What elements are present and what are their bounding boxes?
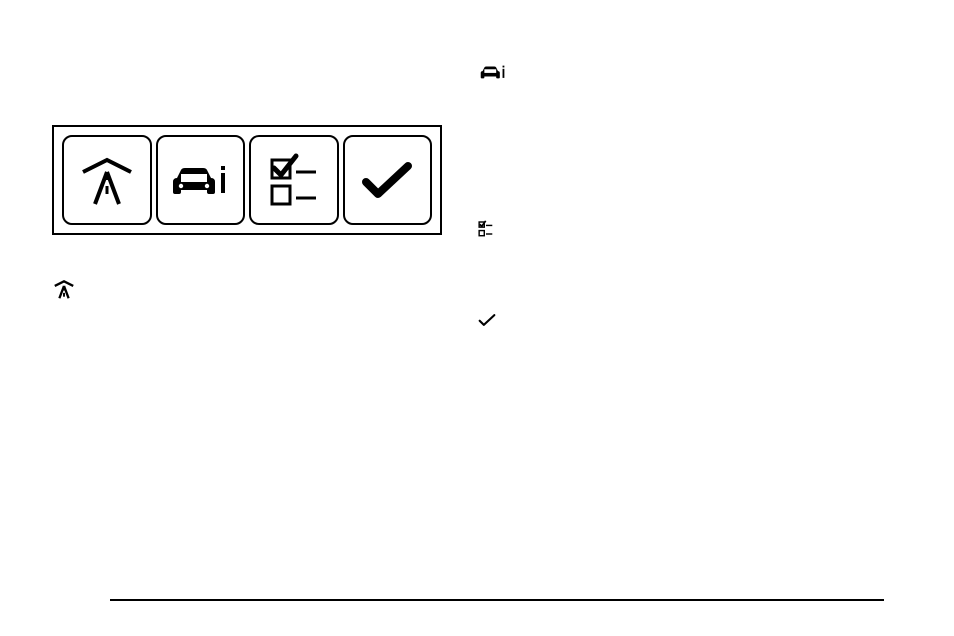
trip-fuel-text: (Trip/Fuel): Press this button to displa…	[86, 255, 448, 322]
road-horizon-icon	[77, 154, 137, 206]
customization-button	[249, 135, 339, 225]
dic-button-panel-image	[52, 125, 442, 235]
checklist-icon	[266, 152, 322, 208]
customization-text: (Customization): Press this button to cu…	[504, 205, 874, 255]
left-column: The DIC buttons are located on the instr…	[52, 38, 448, 322]
checklist-icon	[478, 220, 494, 240]
car-info-icon	[478, 62, 508, 82]
checkmark-icon	[478, 313, 496, 327]
customization-item: (Customization): Press this button to cu…	[478, 205, 874, 255]
page-bottom-rule	[110, 599, 884, 601]
trip-fuel-button	[62, 135, 152, 225]
vehicle-info-button	[156, 135, 246, 225]
intro-paragraph-2: The buttons are the trip/fuel, vehicle i…	[52, 82, 448, 116]
set-reset-item: (Set/Reset): Press this button to set or…	[478, 304, 874, 338]
right-column: (Vehicle Information): Press this button…	[478, 38, 874, 337]
trip-fuel-label: (Trip/Fuel):	[86, 256, 148, 270]
car-info-icon	[167, 158, 233, 202]
vehicle-info-label: (Vehicle Information):	[518, 39, 641, 53]
checkmark-icon	[362, 160, 412, 200]
set-reset-label: (Set/Reset):	[506, 305, 573, 319]
set-reset-button	[343, 135, 433, 225]
set-reset-text: (Set/Reset): Press this button to set or…	[506, 304, 874, 338]
vehicle-info-text: (Vehicle Information): Press this button…	[518, 38, 874, 105]
intro-paragraph-1: The DIC buttons are located on the instr…	[52, 38, 448, 72]
customization-label: (Customization):	[504, 206, 599, 220]
vehicle-info-item: (Vehicle Information): Press this button…	[478, 38, 874, 105]
trip-fuel-item: (Trip/Fuel): Press this button to displa…	[52, 255, 448, 322]
road-horizon-icon	[52, 279, 76, 299]
